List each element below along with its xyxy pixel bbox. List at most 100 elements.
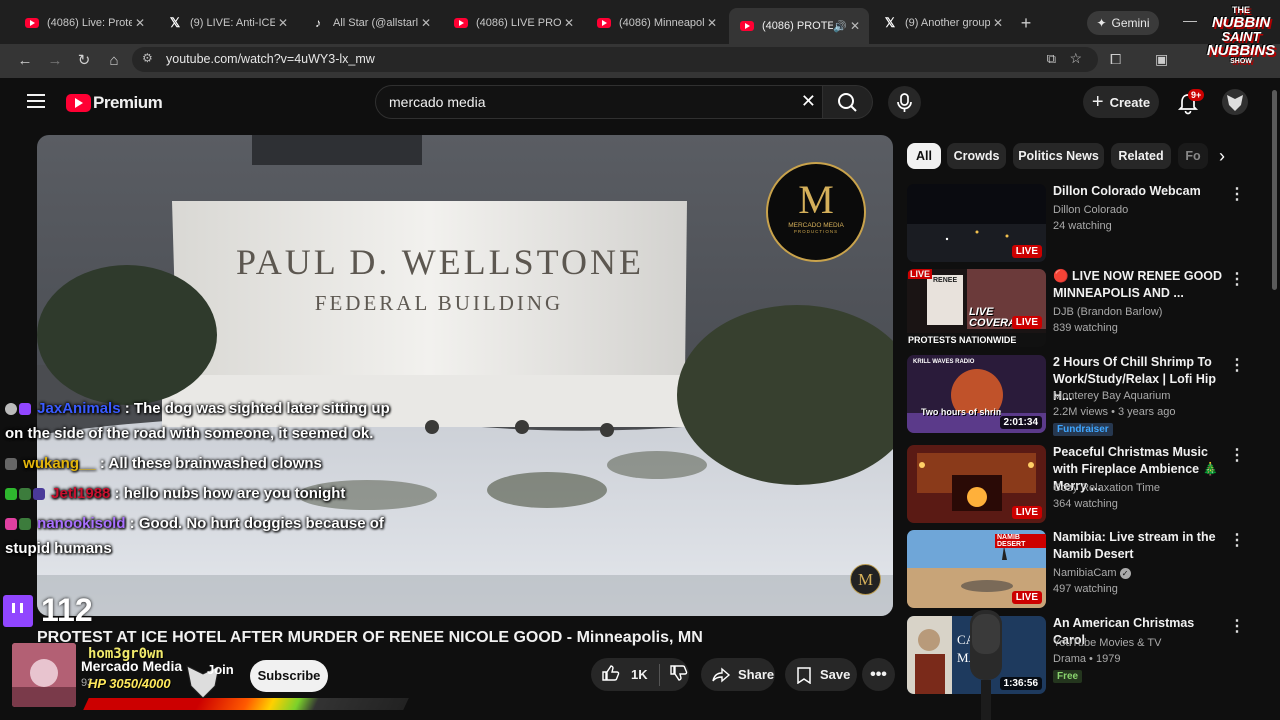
new-tab-icon[interactable]: + (1014, 12, 1038, 34)
rec-title[interactable]: Dillon Colorado Webcam (1053, 183, 1223, 200)
save-button[interactable]: Save (785, 658, 857, 691)
menu-icon[interactable] (27, 94, 45, 112)
chip-related[interactable]: Related (1111, 143, 1171, 169)
reload-icon[interactable]: ↻ (74, 51, 94, 71)
address-bar[interactable]: ⚙ youtube.com/watch?v=4uWY3-lx_mw ⧉ ☆ (132, 47, 1098, 72)
more-horizontal-icon: ••• (870, 665, 887, 683)
close-tab-icon[interactable]: ✕ (847, 19, 863, 33)
rec-channel[interactable]: Monterey Bay Aquarium (1053, 390, 1170, 402)
more-vertical-icon[interactable]: ⋮ (1229, 616, 1245, 636)
side-panel-icon[interactable]: ▣ (1155, 51, 1168, 68)
more-vertical-icon[interactable]: ⋮ (1229, 445, 1245, 465)
thumb-namib-text: NAMIB DESERT (995, 534, 1046, 548)
like-count: 1K (631, 667, 648, 682)
page-scrollbar[interactable] (1272, 90, 1277, 290)
streamer-name: hom3gr0wn (88, 646, 164, 662)
close-tab-icon[interactable]: ✕ (561, 16, 577, 30)
tab-title: (4086) PROTES (762, 20, 833, 32)
chip-crowds[interactable]: Crowds (947, 143, 1006, 169)
recommendation-item[interactable]: LIVE RENEE LIVE COVERAGE PROTESTS NATION… (907, 269, 1259, 349)
browser-tab[interactable]: (4086) LIVE PROTE ✕ (443, 8, 583, 38)
search-query: mercado media (389, 94, 486, 110)
browser-tab[interactable]: 𝕏 (9) LIVE: Anti-ICE D ✕ (157, 8, 297, 38)
browser-tab[interactable]: 𝕏 (9) Another group ✕ (872, 8, 1012, 38)
chevron-right-icon[interactable]: › (1208, 143, 1236, 169)
voice-search-button[interactable] (888, 86, 921, 119)
browser-tab-active[interactable]: (4086) PROTES 🔊 ✕ (729, 8, 869, 44)
chip-all[interactable]: All (907, 143, 941, 169)
more-vertical-icon[interactable]: ⋮ (1229, 530, 1245, 550)
x-icon: 𝕏 (884, 15, 896, 30)
sign-text-line2: FEDERAL BUILDING (314, 291, 564, 315)
rec-title[interactable]: Namibia: Live stream in the Namib Desert (1053, 529, 1223, 563)
create-button[interactable]: + Create (1083, 86, 1159, 118)
back-icon[interactable]: ← (15, 51, 35, 71)
rec-channel[interactable]: YouTube Movies & TV (1053, 637, 1161, 649)
more-vertical-icon[interactable]: ⋮ (1229, 184, 1245, 204)
screen: (4086) Live: Protest ✕ 𝕏 (9) LIVE: Anti-… (0, 0, 1280, 720)
rec-channel[interactable]: DJB (Brandon Barlow) (1053, 306, 1162, 318)
share-button[interactable]: Share (701, 658, 775, 691)
home-icon[interactable]: ⌂ (104, 51, 124, 71)
forward-icon[interactable]: → (45, 51, 65, 71)
video-thumbnail[interactable]: LIVE RENEE LIVE COVERAGE PROTESTS NATION… (907, 269, 1046, 347)
close-tab-icon[interactable]: ✕ (275, 16, 291, 30)
more-vertical-icon[interactable]: ⋮ (1229, 355, 1245, 375)
close-tab-icon[interactable]: ✕ (704, 16, 720, 30)
rec-meta: 497 watching (1053, 583, 1118, 595)
rec-title[interactable]: 🔴 LIVE NOW RENEE GOOD MINNEAPOLIS AND ..… (1053, 268, 1223, 302)
close-tab-icon[interactable]: ✕ (132, 16, 148, 30)
search-button[interactable] (823, 85, 873, 119)
extensions-icon[interactable]: ⧠ (1110, 51, 1121, 68)
clear-search-icon[interactable]: ✕ (801, 91, 816, 112)
account-avatar[interactable] (1222, 89, 1248, 115)
recommendation-item[interactable]: KRILL WAVES RADIO Two hours of shrimp lo… (907, 355, 1259, 436)
recommendation-item[interactable]: LIVE Dillon Colorado Webcam Dillon Color… (907, 184, 1259, 264)
more-vertical-icon[interactable]: ⋮ (1229, 269, 1245, 289)
speaker-icon[interactable]: 🔊 (833, 20, 847, 33)
channel-watermark[interactable]: M (850, 564, 881, 595)
close-tab-icon[interactable]: ✕ (418, 16, 434, 30)
rec-channel[interactable]: NamibiaCam ✓ (1053, 567, 1131, 579)
chip-partial[interactable]: Fo (1178, 143, 1208, 169)
youtube-icon (596, 15, 612, 31)
join-button[interactable]: Join (207, 662, 234, 677)
create-label: Create (1109, 94, 1151, 110)
search-input[interactable]: mercado media ✕ (375, 85, 823, 119)
chat-text: hello nubs how are you tonight (123, 485, 346, 502)
site-settings-icon[interactable]: ⚙ (142, 51, 153, 65)
video-thumbnail[interactable]: KRILL WAVES RADIO Two hours of shrimp lo… (907, 355, 1046, 433)
video-thumbnail[interactable]: LIVE (907, 445, 1046, 523)
x-icon: 𝕏 (169, 15, 181, 30)
close-tab-icon[interactable]: ✕ (990, 16, 1006, 30)
recommendation-item[interactable]: LIVE Peaceful Christmas Music with Firep… (907, 445, 1259, 525)
live-badge: LIVE (1011, 591, 1042, 604)
chip-politics-news[interactable]: Politics News (1013, 143, 1104, 169)
video-thumbnail[interactable]: LIVE (907, 184, 1046, 262)
thumb-shrimp-text: Two hours of shrimp lofi (921, 407, 1001, 417)
verified-icon: ✓ (1119, 567, 1131, 579)
browser-tab[interactable]: ♪ All Star (@allstarliv ✕ (300, 8, 440, 38)
chat-message: Jetl1988 : hello nubs how are you tonigh… (5, 481, 405, 506)
rec-channel[interactable]: Dillon Colorado (1053, 204, 1128, 216)
bookmark-star-icon[interactable]: ☆ (1069, 50, 1082, 67)
logo-line2: PRODUCTIONS (793, 229, 839, 234)
rec-meta: 364 watching (1053, 498, 1118, 510)
video-thumbnail[interactable]: NAMIB DESERT LIVE (907, 530, 1046, 608)
dislike-button[interactable] (668, 663, 688, 686)
fundraiser-tag: Fundraiser (1053, 423, 1113, 436)
badge-icon (19, 518, 31, 531)
rec-channel[interactable]: Cozy Relaxation Time (1053, 482, 1160, 494)
thumb-live-text: LIVE (908, 269, 933, 279)
subscribe-button[interactable]: Subscribe (250, 660, 328, 692)
gemini-button[interactable]: ✦ Gemini (1087, 11, 1159, 35)
like-button[interactable] (600, 663, 620, 686)
install-icon[interactable]: ⧉ (1047, 51, 1056, 67)
recommendation-item[interactable]: NAMIB DESERT LIVE Namibia: Live stream i… (907, 530, 1259, 610)
sparkle-icon: ✦ (1096, 16, 1107, 30)
youtube-logo[interactable]: Premium (66, 93, 163, 113)
more-actions-button[interactable]: ••• (862, 658, 895, 691)
browser-tab[interactable]: (4086) Live: Protest ✕ (14, 8, 154, 38)
browser-tab[interactable]: (4086) Minneapolis ✕ (586, 8, 726, 38)
minimize-icon[interactable]: — (1183, 12, 1197, 28)
